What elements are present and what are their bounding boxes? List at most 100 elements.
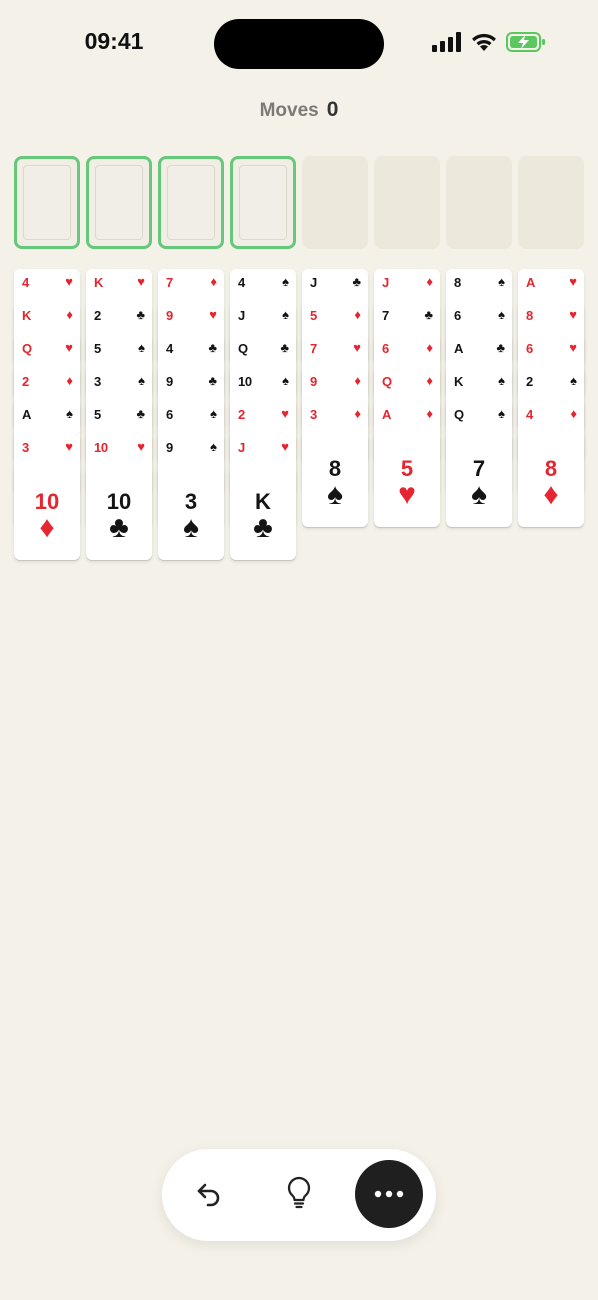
card-rank: 7	[310, 341, 317, 356]
hearts-suit-icon: ♥	[398, 478, 416, 511]
card-rank: 7	[166, 275, 173, 290]
diamonds-suit-icon: ♦	[354, 373, 361, 388]
card-rank: 5	[310, 308, 317, 323]
spades-suit-icon: ♠	[498, 274, 505, 289]
dynamic-island	[214, 19, 384, 69]
wifi-icon	[470, 32, 498, 57]
hearts-suit-icon: ♥	[569, 340, 577, 355]
card-rank: 6	[454, 308, 461, 323]
card-rank: 8	[526, 308, 533, 323]
card-face-up[interactable]: 5 ♥	[374, 434, 440, 527]
card-rank: 6	[382, 341, 389, 356]
spades-suit-icon: ♠	[210, 406, 217, 421]
card-rank: 8	[454, 275, 461, 290]
card-face-up[interactable]: K ♣	[230, 467, 296, 560]
clubs-suit-icon: ♣	[253, 511, 273, 544]
card-face-up[interactable]: 7 ♠	[446, 434, 512, 527]
card-rank: 9	[166, 308, 173, 323]
clubs-suit-icon: ♣	[424, 307, 433, 322]
clubs-suit-icon: ♣	[280, 340, 289, 355]
diamonds-suit-icon: ♦	[543, 478, 559, 511]
card-rank: 2	[94, 308, 101, 323]
card-rank: A	[382, 407, 392, 422]
signal-icon	[432, 31, 462, 57]
clubs-suit-icon: ♣	[208, 373, 217, 388]
clubs-suit-icon: ♣	[208, 340, 217, 355]
card-face-up[interactable]: 10 ♣	[86, 467, 152, 560]
diamonds-suit-icon: ♦	[570, 406, 577, 421]
card-rank: 2	[238, 407, 245, 422]
spades-suit-icon: ♠	[471, 478, 487, 511]
diamonds-suit-icon: ♦	[354, 406, 361, 421]
foundation-1[interactable]	[302, 156, 368, 249]
battery-charging-icon	[506, 31, 546, 57]
card-rank: Q	[238, 341, 248, 356]
more-icon	[374, 1185, 404, 1203]
hearts-suit-icon: ♥	[137, 439, 145, 454]
card-rank: 3	[22, 440, 29, 455]
clubs-suit-icon: ♣	[136, 406, 145, 421]
moves-counter: Moves 0	[0, 98, 598, 122]
card-rank: 9	[166, 374, 173, 389]
bottom-toolbar	[162, 1149, 436, 1241]
diamonds-suit-icon: ♦	[354, 307, 361, 322]
card-face-up[interactable]: 8 ♦	[518, 434, 584, 527]
hearts-suit-icon: ♥	[281, 439, 289, 454]
spades-suit-icon: ♠	[183, 511, 199, 544]
card-rank: J	[238, 308, 245, 323]
card-rank: Q	[22, 341, 32, 356]
hearts-suit-icon: ♥	[65, 340, 73, 355]
spades-suit-icon: ♠	[66, 406, 73, 421]
foundation-4[interactable]	[518, 156, 584, 249]
hint-button[interactable]	[277, 1173, 321, 1217]
lightbulb-icon	[286, 1176, 312, 1215]
menu-button[interactable]	[355, 1160, 423, 1228]
clubs-suit-icon: ♣	[136, 307, 145, 322]
diamonds-suit-icon: ♦	[66, 373, 73, 388]
card-rank: A	[22, 407, 32, 422]
card-rank: K	[22, 308, 32, 323]
free-cell-2[interactable]	[86, 156, 152, 249]
spades-suit-icon: ♠	[210, 439, 217, 454]
clubs-suit-icon: ♣	[496, 340, 505, 355]
moves-label: Moves	[259, 100, 319, 121]
foundation-2[interactable]	[374, 156, 440, 249]
spades-suit-icon: ♠	[498, 406, 505, 421]
status-time: 09:41	[84, 28, 144, 54]
card-rank: 3	[94, 374, 101, 389]
free-cell-placeholder	[95, 165, 143, 240]
card-rank: 5	[94, 341, 101, 356]
card-rank: 4	[526, 407, 533, 422]
hearts-suit-icon: ♥	[209, 307, 217, 322]
free-cell-placeholder	[23, 165, 71, 240]
card-rank: 2	[22, 374, 29, 389]
card-rank: Q	[382, 374, 392, 389]
spades-suit-icon: ♠	[498, 373, 505, 388]
card-rank: J	[238, 440, 245, 455]
card-rank: 9	[310, 374, 317, 389]
spades-suit-icon: ♠	[570, 373, 577, 388]
card-face-up[interactable]: 8 ♠	[302, 434, 368, 527]
hearts-suit-icon: ♥	[353, 340, 361, 355]
hearts-suit-icon: ♥	[281, 406, 289, 421]
free-cell-4[interactable]	[230, 156, 296, 249]
card-rank: K	[454, 374, 464, 389]
undo-icon	[194, 1178, 224, 1213]
moves-value: 0	[326, 98, 339, 121]
free-cell-1[interactable]	[14, 156, 80, 249]
hearts-suit-icon: ♥	[569, 307, 577, 322]
hearts-suit-icon: ♥	[137, 274, 145, 289]
free-cell-3[interactable]	[158, 156, 224, 249]
card-rank: 6	[526, 341, 533, 356]
spades-suit-icon: ♠	[282, 274, 289, 289]
card-rank: Q	[454, 407, 464, 422]
foundation-3[interactable]	[446, 156, 512, 249]
spades-suit-icon: ♠	[138, 340, 145, 355]
free-cell-placeholder	[167, 165, 215, 240]
card-face-up[interactable]: 3 ♠	[158, 467, 224, 560]
undo-button[interactable]	[187, 1173, 231, 1217]
card-face-up[interactable]: 10 ♦	[14, 467, 80, 560]
diamonds-suit-icon: ♦	[426, 373, 433, 388]
diamonds-suit-icon: ♦	[426, 340, 433, 355]
spades-suit-icon: ♠	[327, 478, 343, 511]
